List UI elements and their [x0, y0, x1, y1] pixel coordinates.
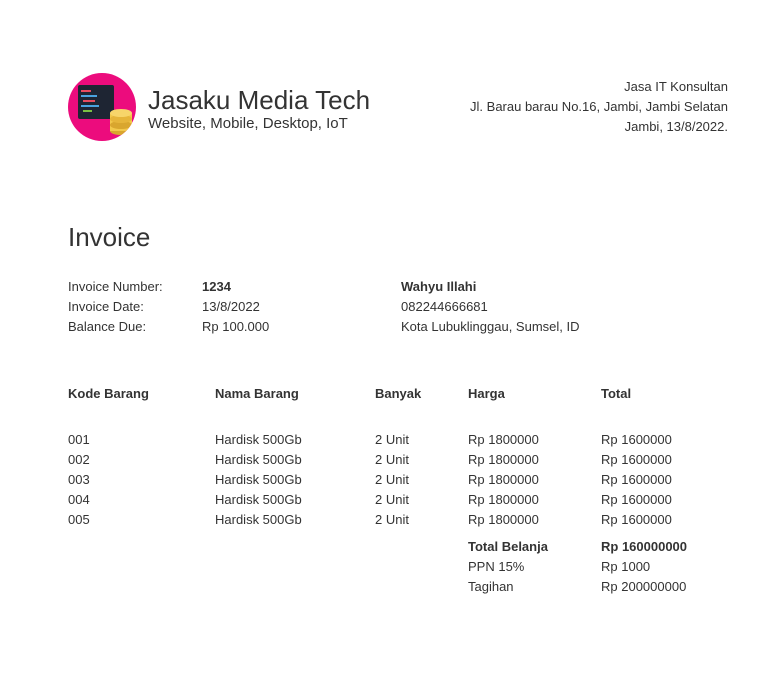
row-4-total: Rp 1600000 [601, 492, 672, 507]
company-service: Jasa IT Konsultan [624, 79, 728, 94]
company-name: Jasaku Media Tech [148, 85, 371, 115]
total-belanja-label: Total Belanja [468, 539, 548, 554]
row-2-banyak: 2 Unit [375, 452, 409, 467]
col-header-kode: Kode Barang [68, 386, 149, 401]
col-header-banyak: Banyak [375, 386, 422, 401]
row-4-kode: 004 [68, 492, 90, 507]
balance-due-label: Balance Due: [68, 319, 147, 334]
row-3-harga: Rp 1800000 [468, 472, 539, 487]
total-belanja-value: Rp 160000000 [601, 539, 688, 554]
invoice-date-value: 13/8/2022 [202, 299, 260, 314]
company-street: Jl. Barau barau No.16, Jambi, Jambi Sela… [470, 99, 728, 114]
row-2-nama: Hardisk 500Gb [215, 452, 302, 467]
row-4-nama: Hardisk 500Gb [215, 492, 302, 507]
logo-illustration [78, 85, 132, 135]
row-2-total: Rp 1600000 [601, 452, 672, 467]
row-3-banyak: 2 Unit [375, 472, 409, 487]
company-city-date: Jambi, 13/8/2022. [624, 119, 728, 134]
row-5-kode: 005 [68, 512, 90, 527]
col-header-harga: Harga [468, 386, 505, 401]
customer-address: Kota Lubuklinggau, Sumsel, ID [401, 319, 580, 334]
row-4-banyak: 2 Unit [375, 492, 409, 507]
row-2-kode: 002 [68, 452, 90, 467]
invoice-title: Invoice [68, 222, 151, 252]
row-3-nama: Hardisk 500Gb [215, 472, 302, 487]
invoice-date-label: Invoice Date: [68, 299, 144, 314]
invoice-number-value: 1234 [202, 279, 231, 294]
ppn-value: Rp 1000 [601, 559, 651, 574]
row-1-banyak: 2 Unit [375, 432, 409, 447]
row-2-harga: Rp 1800000 [468, 452, 539, 467]
tagihan-label: Tagihan [468, 579, 514, 594]
row-4-harga: Rp 1800000 [468, 492, 539, 507]
ppn-label: PPN 15% [468, 559, 525, 574]
company-logo [68, 73, 136, 141]
row-1-nama: Hardisk 500Gb [215, 432, 302, 447]
row-3-total: Rp 1600000 [601, 472, 672, 487]
row-1-total: Rp 1600000 [601, 432, 672, 447]
row-1-kode: 001 [68, 432, 90, 447]
col-header-total: Total [601, 386, 632, 401]
company-tagline: Website, Mobile, Desktop, IoT [148, 115, 348, 132]
customer-name: Wahyu Illahi [401, 279, 477, 294]
row-5-nama: Hardisk 500Gb [215, 512, 302, 527]
col-header-nama: Nama Barang [215, 386, 299, 401]
row-5-harga: Rp 1800000 [468, 512, 539, 527]
row-5-total: Rp 1600000 [601, 512, 672, 527]
row-3-kode: 003 [68, 472, 90, 487]
row-5-banyak: 2 Unit [375, 512, 409, 527]
balance-due-value: Rp 100.000 [202, 319, 270, 334]
row-1-harga: Rp 1800000 [468, 432, 539, 447]
tagihan-value: Rp 200000000 [601, 579, 687, 594]
invoice-number-label: Invoice Number: [68, 279, 163, 294]
customer-phone: 082244666681 [401, 299, 488, 314]
